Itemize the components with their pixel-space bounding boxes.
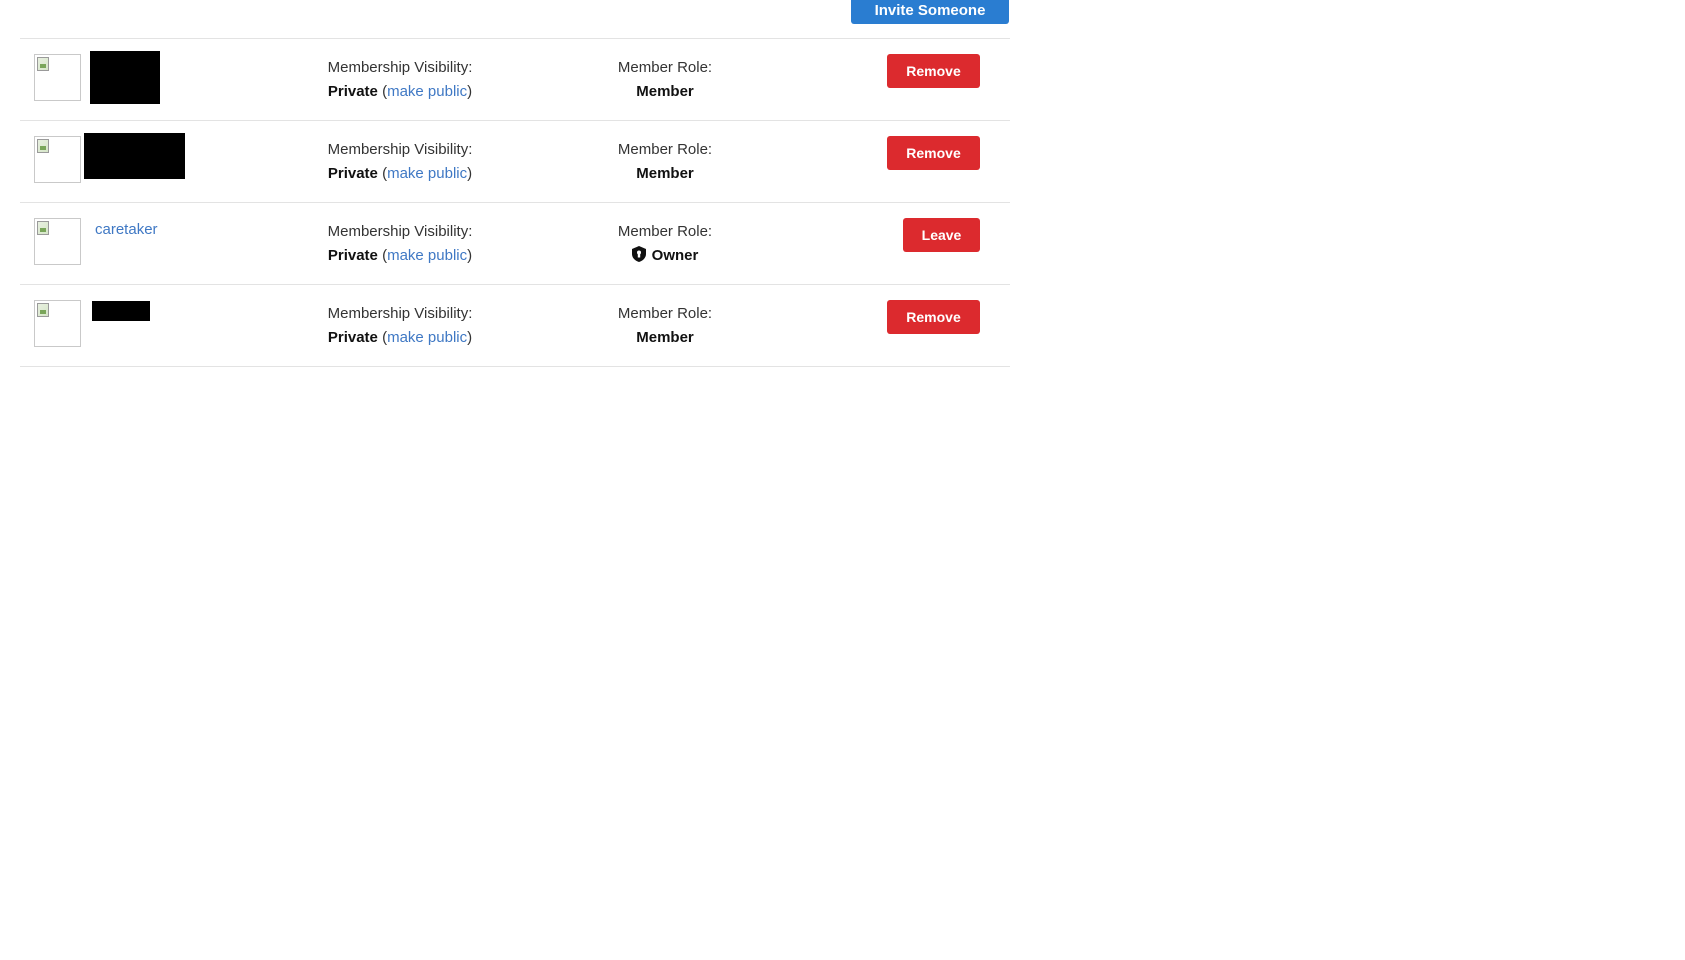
member-name-link[interactable]: caretaker: [95, 221, 158, 238]
membership-visibility: Membership Visibility: Private (make pub…: [320, 302, 480, 350]
role-value: Owner: [651, 247, 699, 264]
avatar[interactable]: [34, 218, 81, 265]
role-value: Member: [636, 83, 694, 100]
membership-visibility: Membership Visibility: Private (make pub…: [320, 220, 480, 268]
make-public-link[interactable]: make public: [387, 83, 467, 100]
membership-visibility: Membership Visibility: Private (make pub…: [320, 138, 480, 186]
member-row: Membership Visibility: Private (make pub…: [20, 121, 1010, 203]
broken-image-icon: [37, 303, 49, 317]
role-value: Member: [636, 165, 694, 182]
remove-button[interactable]: Remove: [887, 300, 980, 334]
avatar[interactable]: [34, 300, 81, 347]
member-role: Member Role: Member: [610, 302, 720, 350]
member-role: Member Role: Owner: [610, 220, 720, 268]
toolbar: Invite Someone: [0, 0, 1010, 38]
redacted-name: [84, 133, 185, 179]
avatar[interactable]: [34, 136, 81, 183]
broken-image-icon: [37, 221, 49, 235]
visibility-label: Membership Visibility:: [327, 59, 473, 76]
member-role: Member Role: Member: [610, 56, 720, 104]
visibility-value: Private: [327, 329, 378, 346]
make-public-link[interactable]: make public: [387, 247, 467, 264]
visibility-value: Private: [327, 165, 378, 182]
make-public-link[interactable]: make public: [387, 329, 467, 346]
member-role: Member Role: Member: [610, 138, 720, 186]
member-row: caretaker Membership Visibility: Private…: [20, 203, 1010, 285]
broken-image-icon: [37, 139, 49, 153]
remove-button[interactable]: Remove: [887, 136, 980, 170]
role-label: Member Role:: [617, 223, 713, 240]
member-list: Membership Visibility: Private (make pub…: [20, 38, 1010, 367]
leave-button[interactable]: Leave: [903, 218, 980, 252]
broken-image-icon: [37, 57, 49, 71]
role-label: Member Role:: [617, 59, 713, 76]
redacted-name: [90, 51, 160, 104]
shield-icon: [631, 246, 646, 262]
make-public-link[interactable]: make public: [387, 165, 467, 182]
visibility-label: Membership Visibility:: [327, 141, 473, 158]
visibility-label: Membership Visibility:: [327, 305, 473, 322]
invite-someone-button[interactable]: Invite Someone: [851, 0, 1009, 24]
role-value: Member: [636, 329, 694, 346]
visibility-value: Private: [327, 83, 378, 100]
member-row: Membership Visibility: Private (make pub…: [20, 39, 1010, 121]
redacted-name: [92, 301, 150, 321]
role-label: Member Role:: [617, 305, 713, 322]
role-label: Member Role:: [617, 141, 713, 158]
membership-visibility: Membership Visibility: Private (make pub…: [320, 56, 480, 104]
avatar[interactable]: [34, 54, 81, 101]
remove-button[interactable]: Remove: [887, 54, 980, 88]
visibility-label: Membership Visibility:: [327, 223, 473, 240]
visibility-value: Private: [327, 247, 378, 264]
member-row: Membership Visibility: Private (make pub…: [20, 285, 1010, 367]
